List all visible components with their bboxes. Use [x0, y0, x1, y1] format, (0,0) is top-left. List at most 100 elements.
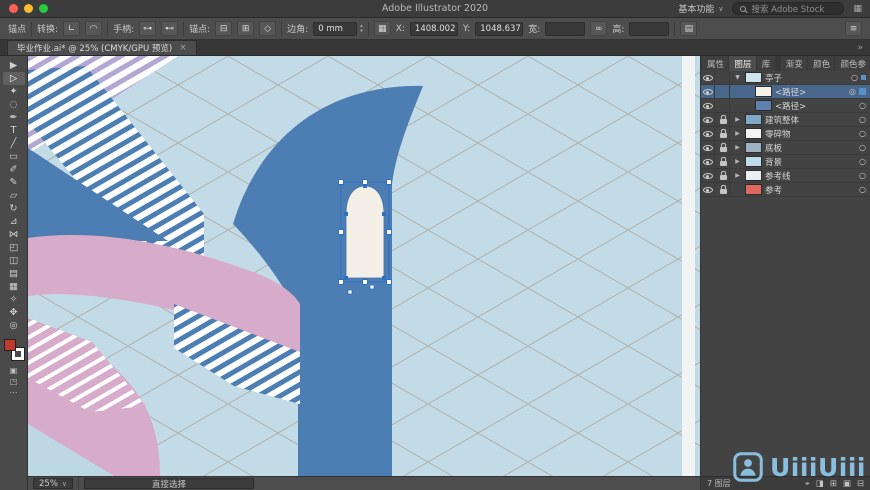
lock-toggle[interactable]: [718, 141, 730, 154]
layer-row-reference[interactable]: 参考 ○: [701, 183, 870, 197]
visibility-toggle[interactable]: [701, 183, 715, 196]
screen-mode-icon[interactable]: ◳: [10, 377, 18, 387]
anchor-point-unselected[interactable]: [369, 284, 375, 290]
rectangle-tool[interactable]: ▭: [3, 150, 25, 163]
tab-libraries[interactable]: 库: [756, 56, 775, 71]
lock-toggle[interactable]: [718, 127, 730, 140]
layer-name[interactable]: 参考: [765, 184, 856, 196]
draw-normal-icon[interactable]: ▣: [10, 366, 18, 376]
lock-toggle[interactable]: [718, 99, 730, 112]
layer-row-guides[interactable]: ▶ 参考线 ○: [701, 169, 870, 183]
pencil-tool[interactable]: ✎: [3, 176, 25, 189]
direct-selection-tool[interactable]: ▷: [2, 72, 25, 85]
lock-toggle[interactable]: [718, 71, 730, 84]
minimize-window-button[interactable]: [24, 4, 33, 13]
anchor-point-unselected[interactable]: [347, 289, 353, 295]
selection-handle[interactable]: [386, 279, 392, 285]
tab-color[interactable]: 颜色: [808, 56, 835, 71]
anchor-point[interactable]: [382, 276, 386, 280]
type-tool[interactable]: T: [3, 124, 25, 137]
selection-handle[interactable]: [338, 279, 344, 285]
disclosure-triangle[interactable]: ▶: [733, 158, 742, 165]
target-circle[interactable]: ○: [859, 143, 866, 152]
stepper-down-icon[interactable]: ▾: [360, 28, 363, 34]
convert-to-smooth-button[interactable]: ◠: [85, 21, 103, 36]
tab-gradient[interactable]: 渐变: [780, 56, 808, 71]
zoom-tool[interactable]: ◎: [3, 319, 25, 332]
selection-handle[interactable]: [362, 279, 368, 285]
layer-row-path[interactable]: <路径> ○: [701, 99, 870, 113]
pen-tool[interactable]: ✒: [3, 111, 25, 124]
layer-row-group[interactable]: ▼ 亭子 ○: [701, 71, 870, 85]
anchor-point[interactable]: [344, 212, 348, 216]
anchor-point[interactable]: [382, 212, 386, 216]
selection-handle[interactable]: [386, 229, 392, 235]
document-tab[interactable]: 毕业作业.ai* @ 25% (CMYK/GPU 预览) ×: [7, 40, 197, 55]
disclosure-triangle[interactable]: ▶: [733, 144, 742, 151]
selection-handle[interactable]: [386, 179, 392, 185]
lock-toggle[interactable]: [718, 113, 730, 126]
toolbar-overflow-icon[interactable]: ⋯: [10, 388, 18, 398]
maximize-window-button[interactable]: [39, 4, 48, 13]
layer-name[interactable]: 参考线: [765, 170, 856, 182]
layer-name[interactable]: 底板: [765, 142, 856, 154]
hand-tool[interactable]: ✥: [3, 306, 25, 319]
y-coordinate-field[interactable]: 1048.637: [475, 21, 524, 36]
close-tab-icon[interactable]: ×: [179, 43, 187, 53]
lock-toggle[interactable]: [718, 85, 730, 98]
artboard-canvas[interactable]: [28, 56, 700, 476]
corner-radius-field[interactable]: 0 mm: [313, 21, 358, 36]
target-circle[interactable]: ○: [859, 171, 866, 180]
tab-layers[interactable]: 图层: [729, 56, 756, 71]
x-coordinate-field[interactable]: 1408.002: [409, 21, 458, 36]
height-field[interactable]: [629, 21, 670, 36]
selection-handle[interactable]: [338, 229, 344, 235]
disclosure-triangle[interactable]: ▼: [733, 74, 742, 81]
target-circle[interactable]: ○: [851, 73, 858, 82]
workspace-switcher[interactable]: 基本功能 ∨: [678, 2, 723, 16]
dock-collapse-icon[interactable]: »: [857, 43, 870, 55]
anchor-point[interactable]: [363, 184, 367, 188]
target-circle[interactable]: ○: [859, 185, 866, 194]
fill-swatch[interactable]: [3, 339, 16, 351]
visibility-toggle[interactable]: [701, 99, 715, 112]
convert-to-corner-button[interactable]: ∟: [63, 21, 81, 36]
stock-search-input[interactable]: 搜索 Adobe Stock: [732, 2, 845, 15]
close-window-button[interactable]: [9, 4, 18, 13]
layer-row-misc[interactable]: ▶ 零碎物 ○: [701, 127, 870, 141]
visibility-toggle[interactable]: [701, 71, 715, 84]
constrain-proportions-icon[interactable]: ∞: [590, 21, 608, 36]
connect-anchor-button[interactable]: ⊞: [237, 21, 255, 36]
visibility-toggle[interactable]: [701, 169, 715, 182]
selection-tool[interactable]: ▶: [3, 59, 25, 72]
anchor-point[interactable]: [344, 276, 348, 280]
arch-window-shape[interactable]: [345, 185, 385, 279]
tab-properties[interactable]: 属性: [702, 56, 729, 71]
visibility-toggle[interactable]: [701, 155, 715, 168]
hide-handles-button[interactable]: ⊷: [161, 21, 179, 36]
cut-path-button[interactable]: ◇: [259, 21, 277, 36]
mesh-tool[interactable]: ▦: [3, 280, 25, 293]
layer-name[interactable]: 亭子: [765, 72, 848, 84]
disclosure-triangle[interactable]: ▶: [733, 172, 742, 179]
shape-builder-tool[interactable]: ◫: [3, 254, 25, 267]
disclosure-triangle[interactable]: ▶: [733, 130, 742, 137]
transform-panel-button[interactable]: ▤: [680, 21, 698, 36]
reference-point-locator[interactable]: ▦: [373, 21, 391, 36]
layer-name[interactable]: 零碎物: [765, 128, 856, 140]
line-segment-tool[interactable]: ╱: [3, 137, 25, 150]
layer-row-background[interactable]: ▶ 背景 ○: [701, 155, 870, 169]
target-circle[interactable]: ○: [859, 101, 866, 110]
selection-handle[interactable]: [338, 179, 344, 185]
eraser-tool[interactable]: ▱: [3, 189, 25, 202]
visibility-toggle[interactable]: [701, 85, 715, 98]
target-circle[interactable]: ◎: [849, 87, 856, 96]
gradient-tool[interactable]: ▤: [3, 267, 25, 280]
eyedropper-tool[interactable]: ✧: [3, 293, 25, 306]
layer-row-building[interactable]: ▶ 建筑整体 ○: [701, 113, 870, 127]
lock-toggle[interactable]: [718, 155, 730, 168]
selection-handle[interactable]: [362, 179, 368, 185]
visibility-toggle[interactable]: [701, 141, 715, 154]
lock-toggle[interactable]: [718, 183, 730, 196]
visibility-toggle[interactable]: [701, 127, 715, 140]
